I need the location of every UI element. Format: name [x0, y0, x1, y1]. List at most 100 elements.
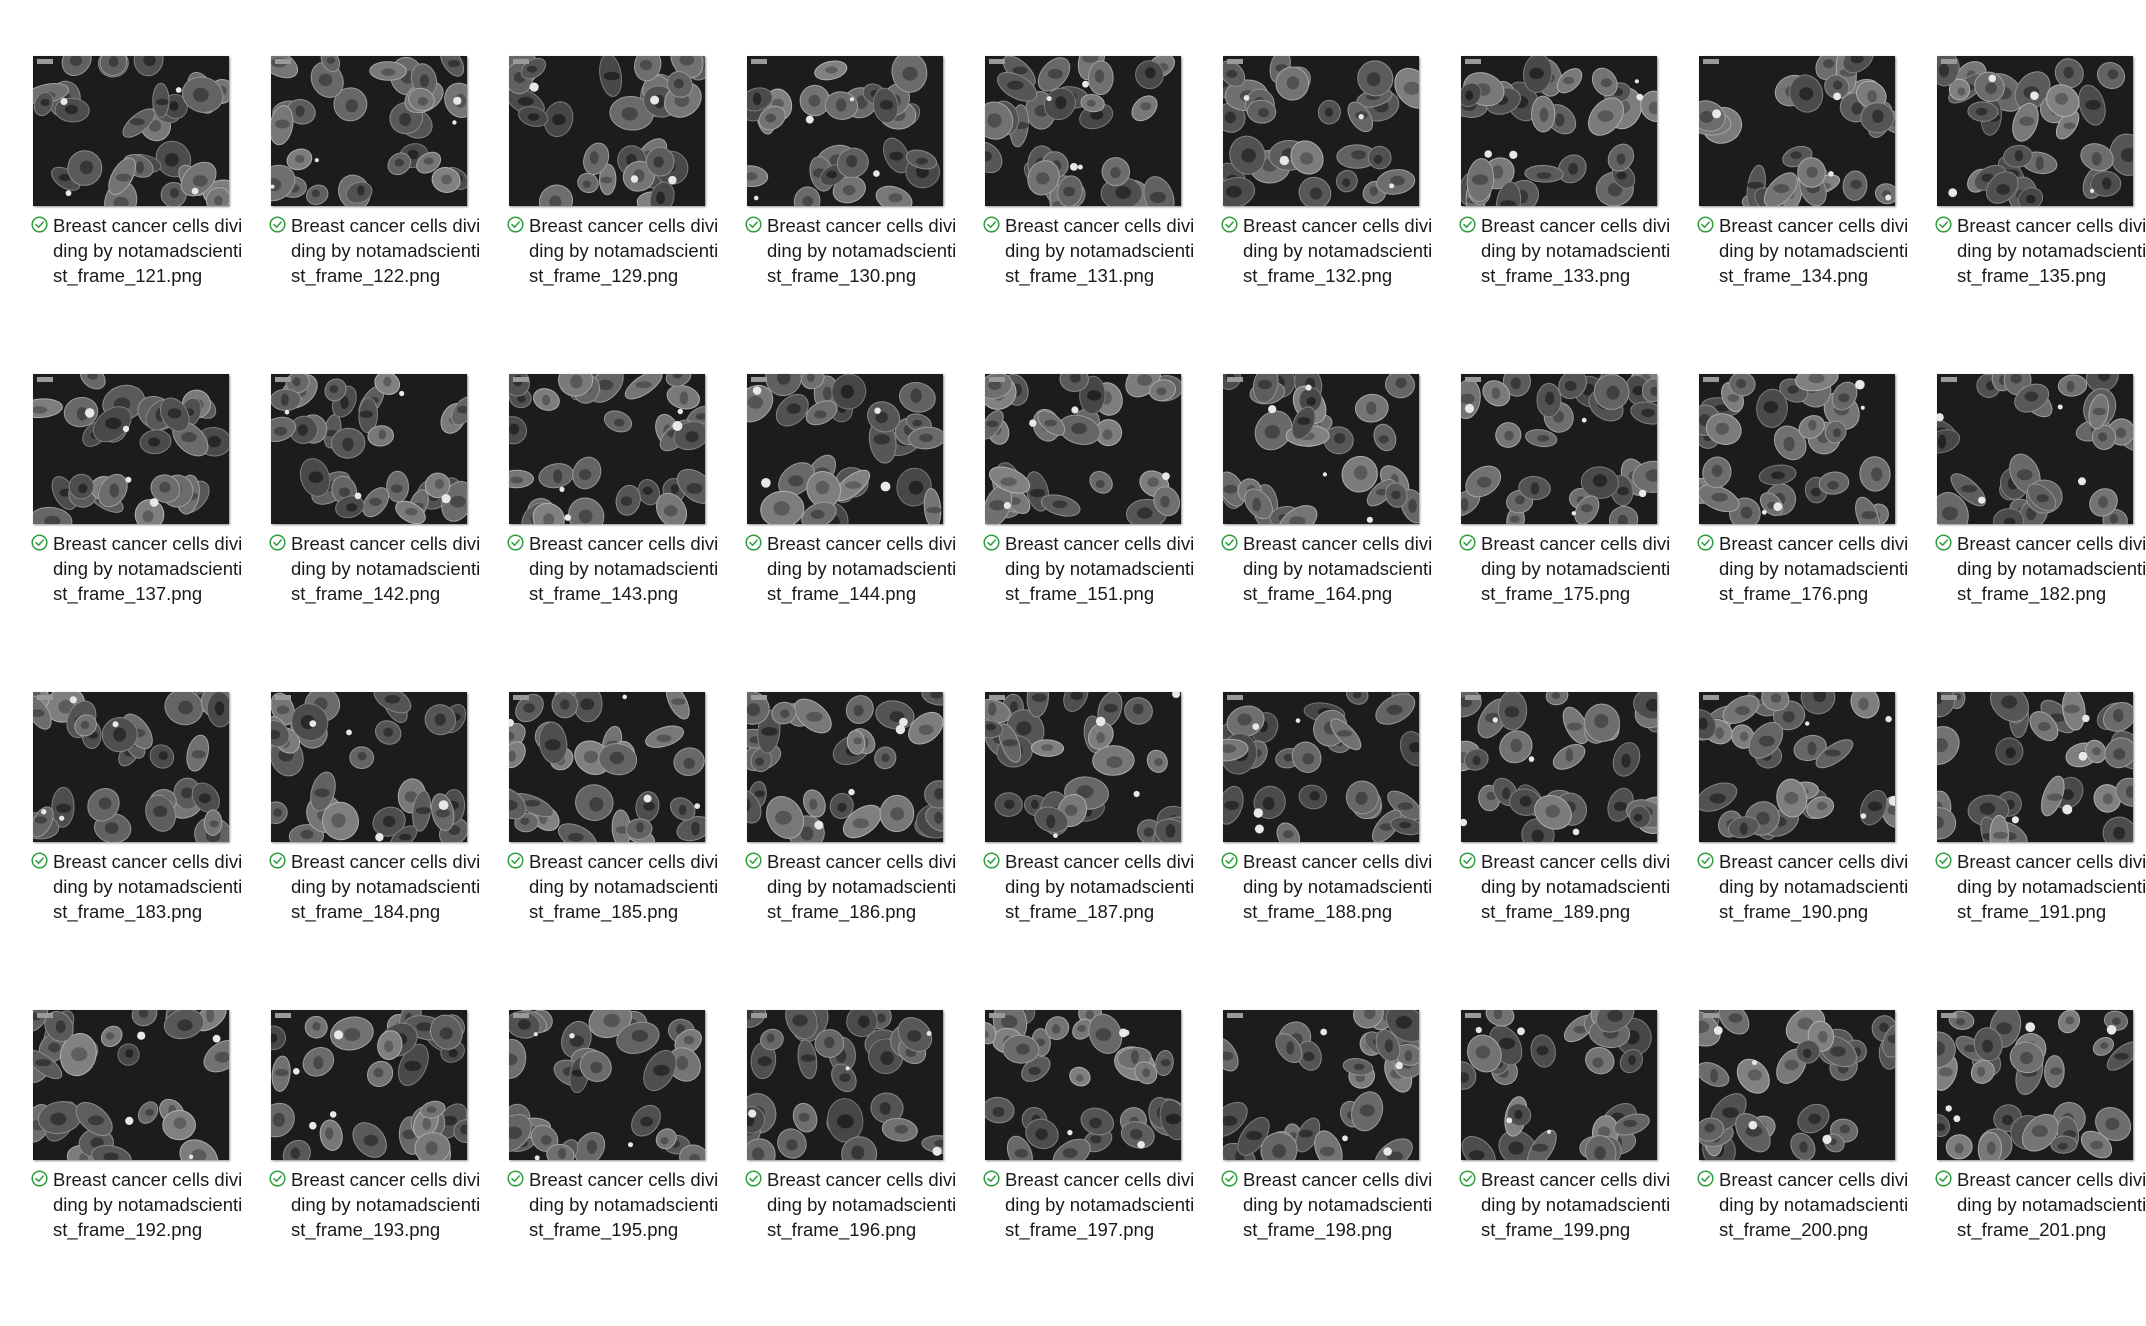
- image-thumbnail[interactable]: [985, 374, 1181, 524]
- image-thumbnail[interactable]: [1937, 56, 2133, 206]
- file-item[interactable]: Breast cancer cells dividing by notamads…: [740, 372, 978, 690]
- image-thumbnail[interactable]: [1699, 1010, 1895, 1160]
- file-name: Breast cancer cells dividing by notamads…: [53, 215, 243, 286]
- image-thumbnail[interactable]: [1223, 56, 1419, 206]
- file-item[interactable]: Breast cancer cells dividing by notamads…: [1454, 372, 1692, 690]
- file-item[interactable]: Breast cancer cells dividing by notamads…: [1692, 372, 1930, 690]
- file-item[interactable]: Breast cancer cells dividing by notamads…: [502, 54, 740, 372]
- image-thumbnail[interactable]: [1937, 1010, 2133, 1160]
- file-item[interactable]: Breast cancer cells dividing by notamads…: [502, 690, 740, 1008]
- image-thumbnail[interactable]: [747, 692, 943, 842]
- file-item[interactable]: Breast cancer cells dividing by notamads…: [1454, 1008, 1692, 1326]
- synced-check-icon: [745, 1170, 762, 1187]
- image-thumbnail[interactable]: [1223, 374, 1419, 524]
- synced-check-icon: [1935, 1170, 1952, 1187]
- file-name: Breast cancer cells dividing by notamads…: [1481, 1169, 1671, 1240]
- file-item[interactable]: Breast cancer cells dividing by notamads…: [978, 54, 1216, 372]
- image-thumbnail[interactable]: [33, 692, 229, 842]
- file-item[interactable]: Breast cancer cells dividing by notamads…: [978, 372, 1216, 690]
- image-thumbnail[interactable]: [1461, 1010, 1657, 1160]
- file-item[interactable]: Breast cancer cells dividing by notamads…: [740, 1008, 978, 1326]
- synced-check-icon: [745, 534, 762, 551]
- file-item[interactable]: Breast cancer cells dividing by notamads…: [264, 372, 502, 690]
- file-item[interactable]: Breast cancer cells dividing by notamads…: [1930, 372, 2146, 690]
- file-name: Breast cancer cells dividing by notamads…: [291, 533, 481, 604]
- file-item[interactable]: Breast cancer cells dividing by notamads…: [1454, 54, 1692, 372]
- file-item[interactable]: Breast cancer cells dividing by notamads…: [1216, 1008, 1454, 1326]
- file-item[interactable]: Breast cancer cells dividing by notamads…: [26, 690, 264, 1008]
- file-item[interactable]: Breast cancer cells dividing by notamads…: [1692, 54, 1930, 372]
- image-thumbnail[interactable]: [1223, 692, 1419, 842]
- image-thumbnail[interactable]: [985, 692, 1181, 842]
- thumbnail-image: [747, 374, 943, 524]
- thumbnail-image: [1461, 374, 1657, 524]
- file-item[interactable]: Breast cancer cells dividing by notamads…: [1930, 54, 2146, 372]
- thumbnail-image: [509, 692, 705, 842]
- file-item[interactable]: Breast cancer cells dividing by notamads…: [1454, 690, 1692, 1008]
- synced-check-icon: [745, 852, 762, 869]
- thumbnail-image: [1461, 1010, 1657, 1160]
- file-item[interactable]: Breast cancer cells dividing by notamads…: [264, 54, 502, 372]
- image-thumbnail[interactable]: [1699, 56, 1895, 206]
- file-item[interactable]: Breast cancer cells dividing by notamads…: [978, 690, 1216, 1008]
- thumbnail-image: [985, 374, 1181, 524]
- image-thumbnail[interactable]: [1937, 692, 2133, 842]
- image-thumbnail[interactable]: [33, 56, 229, 206]
- thumbnail-image: [509, 1010, 705, 1160]
- image-thumbnail[interactable]: [271, 692, 467, 842]
- thumbnail-image: [985, 56, 1181, 206]
- thumbnail-image: [985, 1010, 1181, 1160]
- image-thumbnail[interactable]: [747, 56, 943, 206]
- image-thumbnail[interactable]: [1461, 56, 1657, 206]
- file-item[interactable]: Breast cancer cells dividing by notamads…: [978, 1008, 1216, 1326]
- file-item[interactable]: Breast cancer cells dividing by notamads…: [1930, 690, 2146, 1008]
- thumbnail-image: [509, 56, 705, 206]
- image-thumbnail[interactable]: [747, 374, 943, 524]
- image-thumbnail[interactable]: [509, 692, 705, 842]
- synced-check-icon: [1459, 852, 1476, 869]
- image-thumbnail[interactable]: [509, 374, 705, 524]
- image-thumbnail[interactable]: [1461, 692, 1657, 842]
- file-item[interactable]: Breast cancer cells dividing by notamads…: [1692, 1008, 1930, 1326]
- image-thumbnail[interactable]: [747, 1010, 943, 1160]
- image-thumbnail[interactable]: [33, 1010, 229, 1160]
- image-thumbnail[interactable]: [33, 374, 229, 524]
- synced-check-icon: [745, 216, 762, 233]
- image-thumbnail[interactable]: [985, 56, 1181, 206]
- file-item[interactable]: Breast cancer cells dividing by notamads…: [1930, 1008, 2146, 1326]
- image-thumbnail[interactable]: [1937, 374, 2133, 524]
- thumbnail-image: [1223, 374, 1419, 524]
- image-thumbnail[interactable]: [509, 56, 705, 206]
- file-item[interactable]: Breast cancer cells dividing by notamads…: [1216, 54, 1454, 372]
- file-item[interactable]: Breast cancer cells dividing by notamads…: [26, 1008, 264, 1326]
- file-name: Breast cancer cells dividing by notamads…: [53, 851, 243, 922]
- file-name: Breast cancer cells dividing by notamads…: [1957, 851, 2146, 922]
- file-item[interactable]: Breast cancer cells dividing by notamads…: [1692, 690, 1930, 1008]
- file-item[interactable]: Breast cancer cells dividing by notamads…: [1216, 690, 1454, 1008]
- file-item[interactable]: Breast cancer cells dividing by notamads…: [502, 1008, 740, 1326]
- file-item[interactable]: Breast cancer cells dividing by notamads…: [264, 690, 502, 1008]
- image-thumbnail[interactable]: [271, 374, 467, 524]
- file-name: Breast cancer cells dividing by notamads…: [767, 1169, 957, 1240]
- image-thumbnail[interactable]: [1461, 374, 1657, 524]
- file-name: Breast cancer cells dividing by notamads…: [1243, 533, 1433, 604]
- image-thumbnail[interactable]: [1223, 1010, 1419, 1160]
- file-item[interactable]: Breast cancer cells dividing by notamads…: [740, 690, 978, 1008]
- image-thumbnail[interactable]: [1699, 374, 1895, 524]
- synced-check-icon: [1459, 216, 1476, 233]
- image-thumbnail[interactable]: [509, 1010, 705, 1160]
- file-name: Breast cancer cells dividing by notamads…: [1957, 215, 2146, 286]
- file-item[interactable]: Breast cancer cells dividing by notamads…: [740, 54, 978, 372]
- file-item[interactable]: Breast cancer cells dividing by notamads…: [26, 54, 264, 372]
- file-item[interactable]: Breast cancer cells dividing by notamads…: [502, 372, 740, 690]
- file-name: Breast cancer cells dividing by notamads…: [1719, 533, 1909, 604]
- thumbnail-image: [271, 374, 467, 524]
- file-item[interactable]: Breast cancer cells dividing by notamads…: [264, 1008, 502, 1326]
- image-thumbnail[interactable]: [1699, 692, 1895, 842]
- file-item[interactable]: Breast cancer cells dividing by notamads…: [1216, 372, 1454, 690]
- file-item[interactable]: Breast cancer cells dividing by notamads…: [26, 372, 264, 690]
- image-thumbnail[interactable]: [271, 1010, 467, 1160]
- image-thumbnail[interactable]: [985, 1010, 1181, 1160]
- image-thumbnail[interactable]: [271, 56, 467, 206]
- file-name: Breast cancer cells dividing by notamads…: [1243, 851, 1433, 922]
